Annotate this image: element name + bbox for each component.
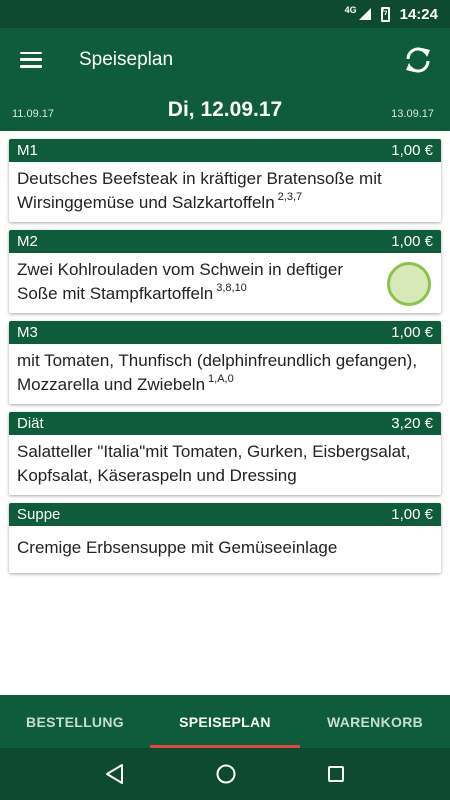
menu-price: 1,00 € [391, 233, 433, 250]
menu-price: 1,00 € [391, 506, 433, 523]
menu-price: 1,00 € [391, 324, 433, 341]
system-navigation-bar [0, 748, 450, 800]
back-icon[interactable] [104, 763, 126, 785]
menu-card-header: Suppe 1,00 € [9, 503, 441, 526]
app-bar: Speiseplan [0, 28, 450, 91]
tab-bestellung[interactable]: BESTELLUNG [0, 695, 150, 748]
tab-warenkorb[interactable]: WARENKORB [300, 695, 450, 748]
menu-name: Diät [17, 415, 44, 432]
menu-name: M3 [17, 324, 38, 341]
page-title: Speiseplan [79, 48, 174, 70]
menu-name: M1 [17, 142, 38, 159]
menu-name: M2 [17, 233, 38, 250]
tab-speiseplan[interactable]: SPEISEPLAN [150, 695, 300, 748]
menu-icon[interactable] [20, 51, 42, 68]
menu-additives: 2,3,7 [277, 191, 303, 204]
menu-card-m2[interactable]: M2 1,00 € Zwei Kohlrouladen vom Schwein … [9, 230, 441, 313]
sync-icon[interactable] [400, 42, 436, 78]
home-icon[interactable] [215, 763, 237, 785]
menu-additives: 1,A,0 [208, 373, 234, 386]
menu-name: Suppe [17, 506, 61, 523]
signal-icon [358, 8, 371, 20]
menu-description: Deutsches Beefsteak in kräftiger Bratens… [17, 169, 382, 212]
menu-card-header: M2 1,00 € [9, 230, 441, 253]
bottom-navigation: BESTELLUNG SPEISEPLAN WARENKORB [0, 695, 450, 748]
menu-description: Cremige Erbsensuppe mit Gemüseeinlage [17, 538, 338, 557]
menu-card-header: M1 1,00 € [9, 139, 441, 162]
menu-card-body: Deutsches Beefsteak in kräftiger Bratens… [9, 162, 441, 222]
menu-card-diaet[interactable]: Diät 3,20 € Salatteller "Italia"mit Toma… [9, 412, 441, 495]
menu-card-body: Zwei Kohlrouladen vom Schwein in deftige… [9, 253, 441, 313]
menu-card-body: Salatteller "Italia"mit Tomaten, Gurken,… [9, 435, 441, 495]
menu-card-body: mit Tomaten, Thunfisch (delphinfreundlic… [9, 344, 441, 404]
menu-card-suppe[interactable]: Suppe 1,00 € Cremige Erbsensuppe mit Gem… [9, 503, 441, 573]
menu-card-m3[interactable]: M3 1,00 € mit Tomaten, Thunfisch (delphi… [9, 321, 441, 404]
menu-card-body: Cremige Erbsensuppe mit Gemüseeinlage [9, 526, 441, 573]
menu-card-header: M3 1,00 € [9, 321, 441, 344]
current-date: Di, 12.09.17 [167, 98, 283, 121]
menu-price: 1,00 € [391, 142, 433, 159]
menu-card-header: Diät 3,20 € [9, 412, 441, 435]
menu-price: 3,20 € [391, 415, 433, 432]
menu-additives: 3,8,10 [216, 282, 247, 295]
next-date[interactable]: 13.09.17 [391, 108, 434, 120]
selected-indicator-icon[interactable] [387, 262, 431, 306]
menu-card-m1[interactable]: M1 1,00 € Deutsches Beefsteak in kräftig… [9, 139, 441, 222]
menu-description: Salatteller "Italia"mit Tomaten, Gurken,… [17, 442, 411, 485]
status-bar: 4G 14:24 [0, 0, 450, 28]
network-type: 4G [344, 5, 357, 15]
clock: 14:24 [399, 5, 438, 23]
menu-description: Zwei Kohlrouladen vom Schwein in deftige… [17, 260, 344, 303]
battery-charging-icon [380, 6, 390, 22]
date-navigator: 11.09.17 Di, 12.09.17 13.09.17 [0, 91, 450, 131]
menu-list: M1 1,00 € Deutsches Beefsteak in kräftig… [0, 131, 450, 695]
recents-icon[interactable] [326, 764, 346, 784]
